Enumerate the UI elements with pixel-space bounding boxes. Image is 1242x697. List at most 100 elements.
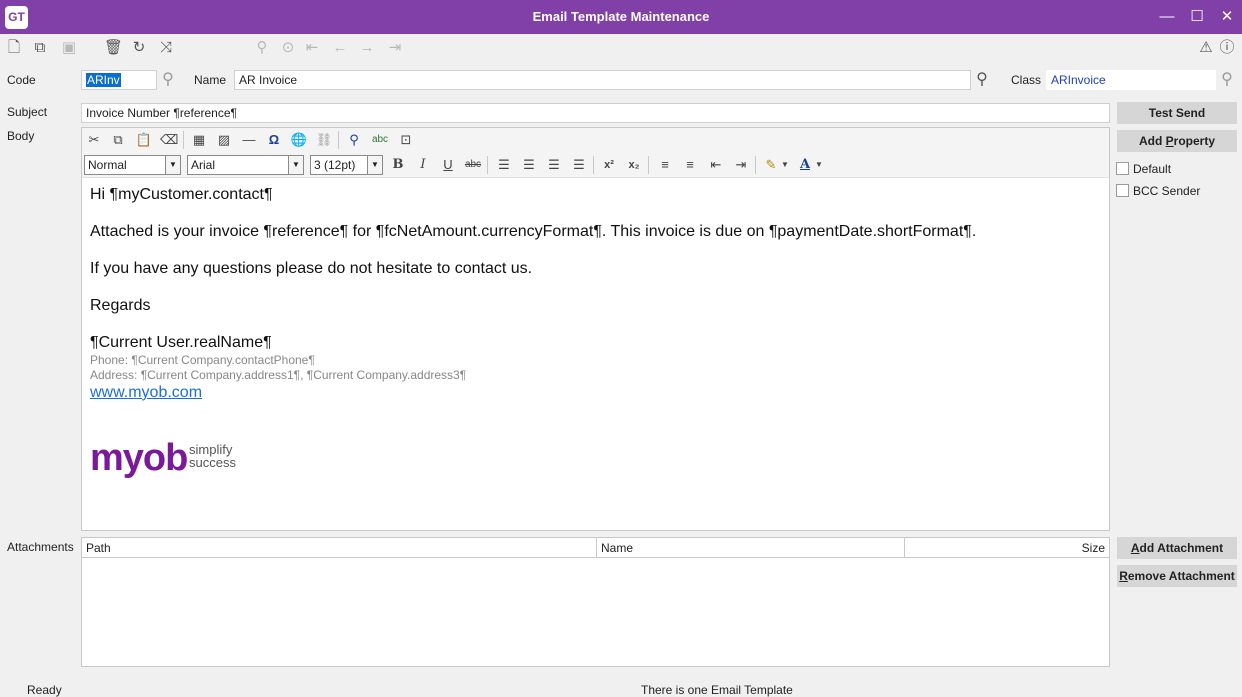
body-label: Body <box>7 129 35 143</box>
paste-icon[interactable]: 📋 <box>135 131 153 149</box>
body-editor[interactable]: ✂ ⧉ 📋 ⌫ ▦ ▨ — Ω 🌐 ⛓ ⚲ abc ⊡ Normal ▼ Aria… <box>81 127 1110 531</box>
bcc-sender-checkbox[interactable] <box>1116 184 1129 197</box>
size-value: 3 (12pt) <box>314 158 356 172</box>
increase-indent-icon[interactable]: ⇥ <box>732 156 750 174</box>
highlight-color-icon[interactable]: ✎ <box>762 156 780 174</box>
merge-icon[interactable]: ⤨ <box>157 39 175 57</box>
main-toolbar: 🗋 ⧉ ▣ 🗑 ↻ ⤨ ⚲ ⊙ ⇤ ← → ⇥ ⚠ ⓘ <box>0 36 1242 62</box>
align-left-icon[interactable]: ☰ <box>495 156 513 174</box>
copy-document-icon[interactable]: ⧉ <box>31 39 49 57</box>
eraser-icon[interactable]: ⌫ <box>160 131 178 149</box>
chevron-down-icon: ▼ <box>165 156 180 174</box>
style-select[interactable]: Normal ▼ <box>84 155 181 175</box>
code-lookup-icon[interactable]: ⚲ <box>158 70 178 90</box>
default-checkbox[interactable] <box>1116 162 1129 175</box>
image-icon[interactable]: ▨ <box>215 131 233 149</box>
logo-word: myob <box>90 437 188 479</box>
logo-tagline: simplify success <box>189 443 236 469</box>
remove-attachment-button[interactable]: Remove Attachment <box>1117 565 1237 587</box>
table-icon[interactable]: ▦ <box>190 131 208 149</box>
class-field[interactable]: ARInvoice <box>1046 70 1216 90</box>
button-text: roperty <box>1173 134 1216 148</box>
size-select[interactable]: 3 (12pt) ▼ <box>310 155 383 175</box>
bold-icon[interactable]: B <box>389 156 407 174</box>
justify-icon[interactable]: ☰ <box>570 156 588 174</box>
close-button[interactable]: ✕ <box>1215 6 1239 28</box>
hyperlink-icon[interactable]: 🌐 <box>290 131 308 149</box>
first-record-icon[interactable]: ⇤ <box>303 39 321 57</box>
align-center-icon[interactable]: ☰ <box>520 156 538 174</box>
button-hotkey: R <box>1119 569 1128 583</box>
numbered-list-icon[interactable]: ≡ <box>656 156 674 174</box>
separator <box>487 156 488 174</box>
signature-name: ¶Current User.realName¶ <box>90 334 272 351</box>
font-color-icon[interactable]: A <box>796 156 814 174</box>
default-label: Default <box>1133 162 1172 176</box>
refresh-icon[interactable]: ↻ <box>130 39 148 57</box>
class-lookup-icon[interactable]: ⚲ <box>1217 70 1237 90</box>
decrease-indent-icon[interactable]: ⇤ <box>707 156 725 174</box>
attachments-table[interactable]: Path Name Size <box>81 537 1110 667</box>
alert-icon[interactable]: ⚠ <box>1197 39 1215 57</box>
subject-field[interactable]: Invoice Number ¶reference¶ <box>81 103 1110 123</box>
italic-icon[interactable]: I <box>414 156 432 174</box>
save-icon[interactable]: ▣ <box>60 39 78 57</box>
name-field[interactable]: AR Invoice <box>234 70 971 90</box>
go-to-icon[interactable]: ⊙ <box>279 39 297 57</box>
find-icon[interactable]: ⚲ <box>253 39 271 57</box>
chevron-down-icon[interactable]: ▼ <box>780 156 790 174</box>
horizontal-rule-icon[interactable]: — <box>240 131 258 149</box>
font-value: Arial <box>191 158 216 172</box>
code-field[interactable]: ARInv <box>81 70 157 90</box>
attachments-label: Attachments <box>7 540 74 554</box>
copy-icon[interactable]: ⧉ <box>109 131 127 149</box>
spell-check-icon[interactable]: abc <box>371 131 389 149</box>
column-header-path[interactable]: Path <box>82 538 597 558</box>
bullet-list-icon[interactable]: ≡ <box>681 156 699 174</box>
cut-icon[interactable]: ✂ <box>85 131 103 149</box>
signature-address: Address: ¶Current Company.address1¶, ¶Cu… <box>90 368 467 382</box>
align-right-icon[interactable]: ☰ <box>545 156 563 174</box>
next-record-icon[interactable]: → <box>358 39 376 57</box>
column-header-name[interactable]: Name <box>597 538 905 558</box>
superscript-icon[interactable]: x² <box>600 156 618 174</box>
regards-text: Regards <box>90 297 151 314</box>
bcc-sender-label: BCC Sender <box>1133 184 1201 198</box>
new-document-icon[interactable]: 🗋 <box>5 39 23 57</box>
class-label: Class <box>1011 73 1042 87</box>
myob-logo: myob simplify success <box>90 437 250 483</box>
underline-icon[interactable]: U <box>439 156 457 174</box>
add-property-button[interactable]: Add Property <box>1117 130 1237 152</box>
body-paragraph-2: If you have any questions please do not … <box>90 260 533 277</box>
remove-link-icon[interactable]: ⛓ <box>315 131 333 149</box>
separator <box>338 131 339 149</box>
minimize-button[interactable]: — <box>1155 6 1179 28</box>
separator <box>648 156 649 174</box>
button-text: emove Attachment <box>1127 569 1235 583</box>
button-text: Add <box>1138 134 1166 148</box>
strikethrough-icon[interactable]: abc <box>464 156 482 174</box>
separator <box>593 156 594 174</box>
test-send-button[interactable]: Test Send <box>1117 102 1237 124</box>
status-bar: Ready There is one Email Template <box>0 682 1242 697</box>
special-character-icon[interactable]: Ω <box>265 131 283 149</box>
font-select[interactable]: Arial ▼ <box>187 155 304 175</box>
delete-icon[interactable]: 🗑 <box>104 39 123 57</box>
help-icon[interactable]: ⓘ <box>1218 39 1236 57</box>
find-text-icon[interactable]: ⚲ <box>345 131 363 149</box>
window-title: Email Template Maintenance <box>532 9 710 24</box>
previous-record-icon[interactable]: ← <box>331 39 349 57</box>
column-header-size[interactable]: Size <box>905 538 1109 558</box>
add-attachment-button[interactable]: Add Attachment <box>1117 537 1237 559</box>
last-record-icon[interactable]: ⇥ <box>386 39 404 57</box>
code-value: ARInv <box>86 73 121 87</box>
website-link[interactable]: www.myob.com <box>90 384 202 402</box>
name-lookup-icon[interactable]: ⚲ <box>972 70 992 90</box>
chevron-down-icon[interactable]: ▼ <box>814 156 824 174</box>
button-text: dd Attachment <box>1139 541 1224 555</box>
separator <box>183 131 184 149</box>
body-paragraph-1: Attached is your invoice ¶reference¶ for… <box>90 223 977 240</box>
subscript-icon[interactable]: x₂ <box>625 156 643 174</box>
maximize-button[interactable]: ☐ <box>1185 6 1209 28</box>
select-all-icon[interactable]: ⊡ <box>397 131 415 149</box>
